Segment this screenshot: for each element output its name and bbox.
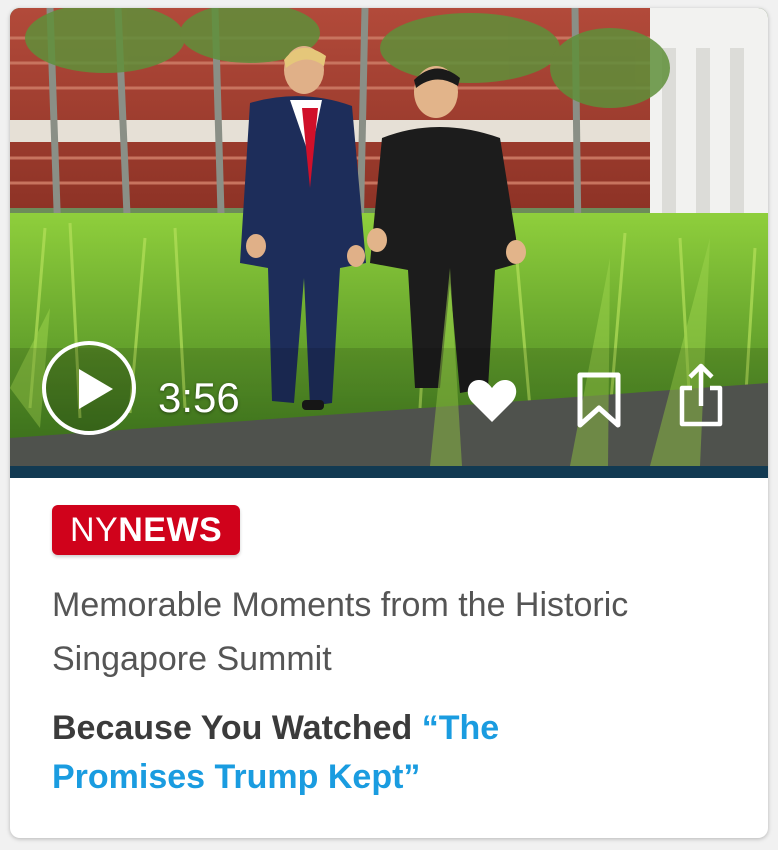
like-button[interactable] [466,378,518,424]
heart-icon [467,380,517,422]
share-icon [679,363,723,427]
bookmark-button[interactable] [576,372,622,428]
play-icon [79,369,113,409]
recommendation-reason: Because You Watched “The Promises Trump … [52,704,612,802]
bookmark-icon [577,372,621,428]
video-thumbnail[interactable]: 3:56 [10,8,768,466]
video-controls: 3:56 [10,8,768,466]
article-headline[interactable]: Memorable Moments from the Historic Sing… [52,578,742,686]
progress-bar[interactable] [10,466,768,478]
brand-badge[interactable]: NYNEWS [52,505,241,555]
recommendation-lead: Because You Watched [52,709,422,747]
video-card[interactable]: 3:56 NYNEWS Memorable Moments from the H… [10,8,768,838]
share-button[interactable] [678,362,724,428]
play-button[interactable] [42,341,136,435]
brand-prefix: NY [70,511,119,549]
brand-suffix: NEWS [118,511,223,549]
card-body: NYNEWS Memorable Moments from the Histor… [10,478,768,838]
video-duration: 3:56 [158,374,240,421]
